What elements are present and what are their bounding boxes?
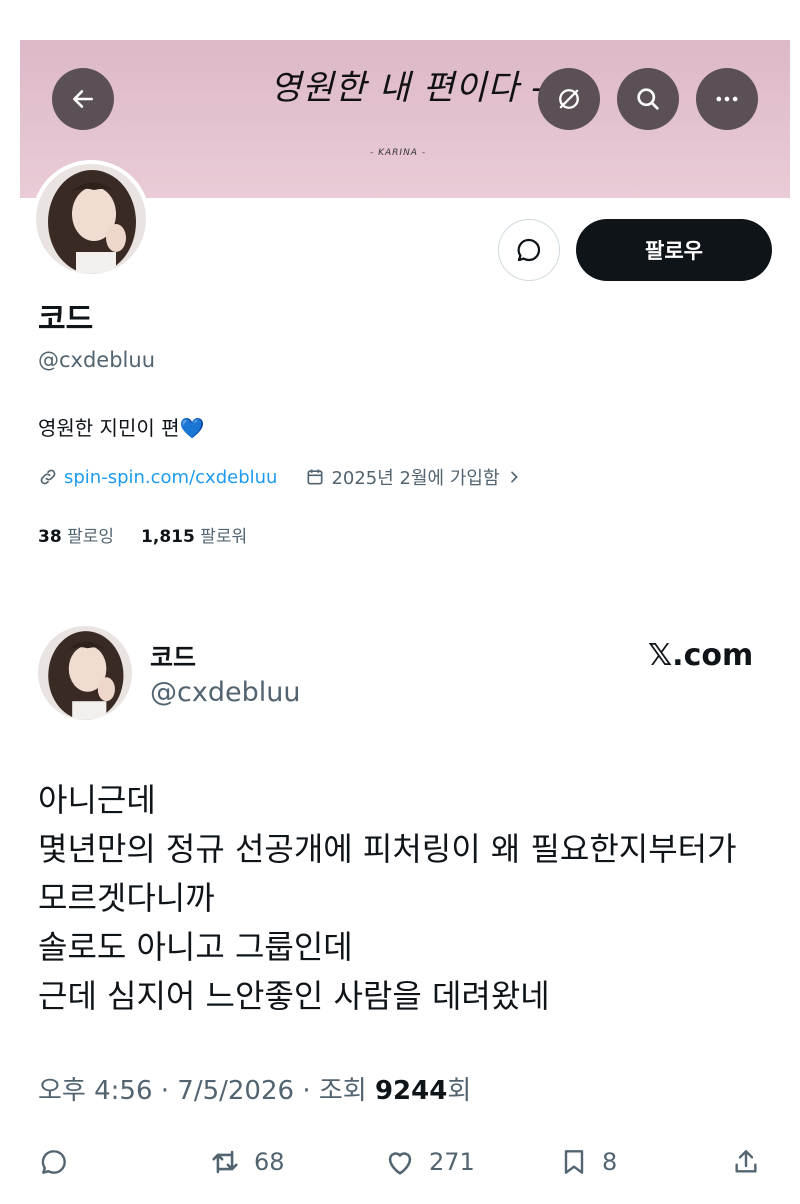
message-icon [517,238,541,262]
blue-heart-emoji: 💙 [179,416,205,440]
like-button[interactable]: 271 [383,1140,475,1184]
back-arrow-icon [73,90,93,108]
profile-avatar[interactable] [32,160,150,278]
post-avatar[interactable] [38,626,132,720]
more-button[interactable] [696,68,758,130]
profile-banner: 영원한 내 편이다 - - KARINA - [20,40,790,198]
bookmark-button[interactable]: 8 [558,1140,617,1184]
profile-handle: @cxdebluu [38,348,156,372]
grok-icon [559,89,579,109]
post-avatar-image [38,626,132,720]
follow-button[interactable]: 팔로우 [576,219,772,281]
post-author-handle: @cxdebluu [150,677,301,708]
post-time: 오후 4:56 · 7/5/2026 · 조회 [38,1076,367,1106]
joined-date[interactable]: 2025년 2월에 가입함 [305,464,521,490]
more-icon [716,96,738,102]
post-views: 9244 [374,1076,448,1106]
following-stat[interactable]: 38 팔로잉 [38,527,114,547]
like-icon [388,1152,412,1175]
message-button[interactable] [498,219,560,281]
grok-button[interactable] [538,68,600,130]
retweet-icon [212,1150,238,1174]
like-count: 271 [429,1148,475,1176]
retweet-count: 68 [254,1148,285,1176]
post-meta: 오후 4:56 · 7/5/2026 · 조회 9244회 [38,1070,471,1107]
search-button[interactable] [617,68,679,130]
post-line: 솔로도 아니고 그룹인데 [38,928,353,966]
joined-text: 2025년 2월에 가입함 [331,468,500,489]
bio-text: 영원한 지민이 편 [38,416,180,440]
retweet-button[interactable]: 68 [208,1140,285,1184]
chevron-right-icon [510,471,518,483]
banner-subtitle: - KARINA - [370,148,427,158]
post-actions: 68 271 8 [38,1140,768,1184]
post-line: 모르겟다니까 [38,879,215,917]
post-line: 몇년만의 정규 선공개에 피처링이 왜 필요한지부터가 [38,830,737,868]
profile-stats: 38 팔로잉 1,815 팔로워 [38,522,247,547]
post-line: 근데 심지어 느안좋인 사람을 데려왔네 [38,977,550,1015]
profile-name: 코드 [38,302,94,337]
post-line: 아니근데 [38,781,156,819]
profile-link[interactable]: spin-spin.com/cxdebluu [64,467,277,488]
share-icon [735,1150,757,1173]
link-icon [40,469,56,485]
banner-script-text: 영원한 내 편이다 - [270,68,544,108]
calendar-icon [307,469,323,485]
avatar-image [36,164,146,274]
x-brand-logo: 𝕏.com [648,638,754,673]
bookmark-count: 8 [602,1148,618,1176]
reply-button[interactable] [38,1140,82,1184]
followers-stat[interactable]: 1,815 팔로워 [141,527,247,547]
profile-bio: 영원한 지민이 편💙 [38,412,204,441]
post-author-name: 코드 [150,643,197,672]
views-unit: 회 [447,1076,472,1106]
reply-icon [41,1150,66,1174]
profile-meta: spin-spin.com/cxdebluu 2025년 2월에 가입함 [38,464,522,490]
back-button[interactable] [52,68,114,130]
search-icon [637,88,659,110]
bookmark-icon [564,1150,584,1174]
post-body: 아니근데 몇년만의 정규 선공개에 피처링이 왜 필요한지부터가 모르겟다니까 … [38,776,737,1021]
share-button[interactable] [730,1140,774,1184]
